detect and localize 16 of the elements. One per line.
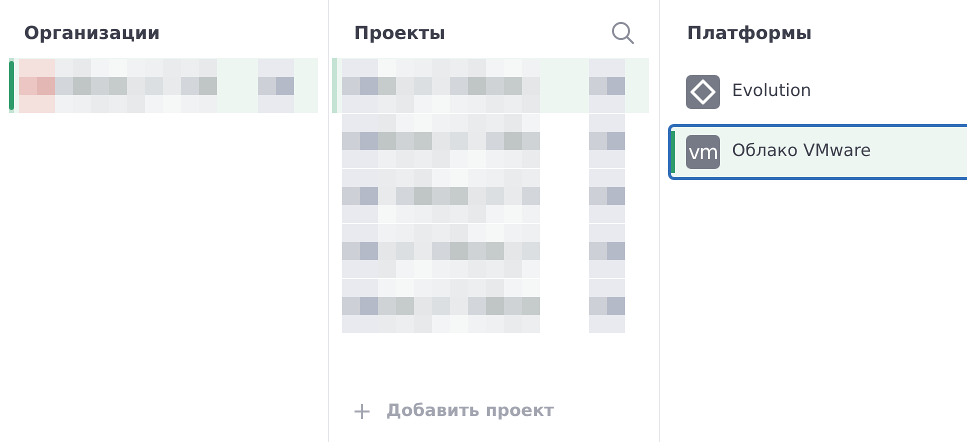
column-title: Проекты	[354, 22, 446, 46]
search-icon[interactable]	[611, 21, 635, 45]
list-item[interactable]	[9, 58, 318, 113]
pixelated-text	[589, 168, 625, 222]
pixelated-text	[589, 224, 625, 278]
pixelated-text	[589, 58, 625, 112]
platform-item[interactable]: Evolution	[668, 64, 967, 120]
list-item[interactable]	[332, 58, 649, 113]
column-title: Организации	[23, 22, 161, 46]
platform-item[interactable]: vm Облако VMware	[668, 124, 967, 180]
pixelated-text	[589, 114, 625, 168]
pixelated-text	[258, 58, 294, 112]
pixelated-text	[589, 278, 625, 332]
column-title: Платформы	[686, 22, 813, 46]
vm-logo-icon: vm	[686, 135, 720, 169]
selection-bar	[9, 61, 14, 110]
